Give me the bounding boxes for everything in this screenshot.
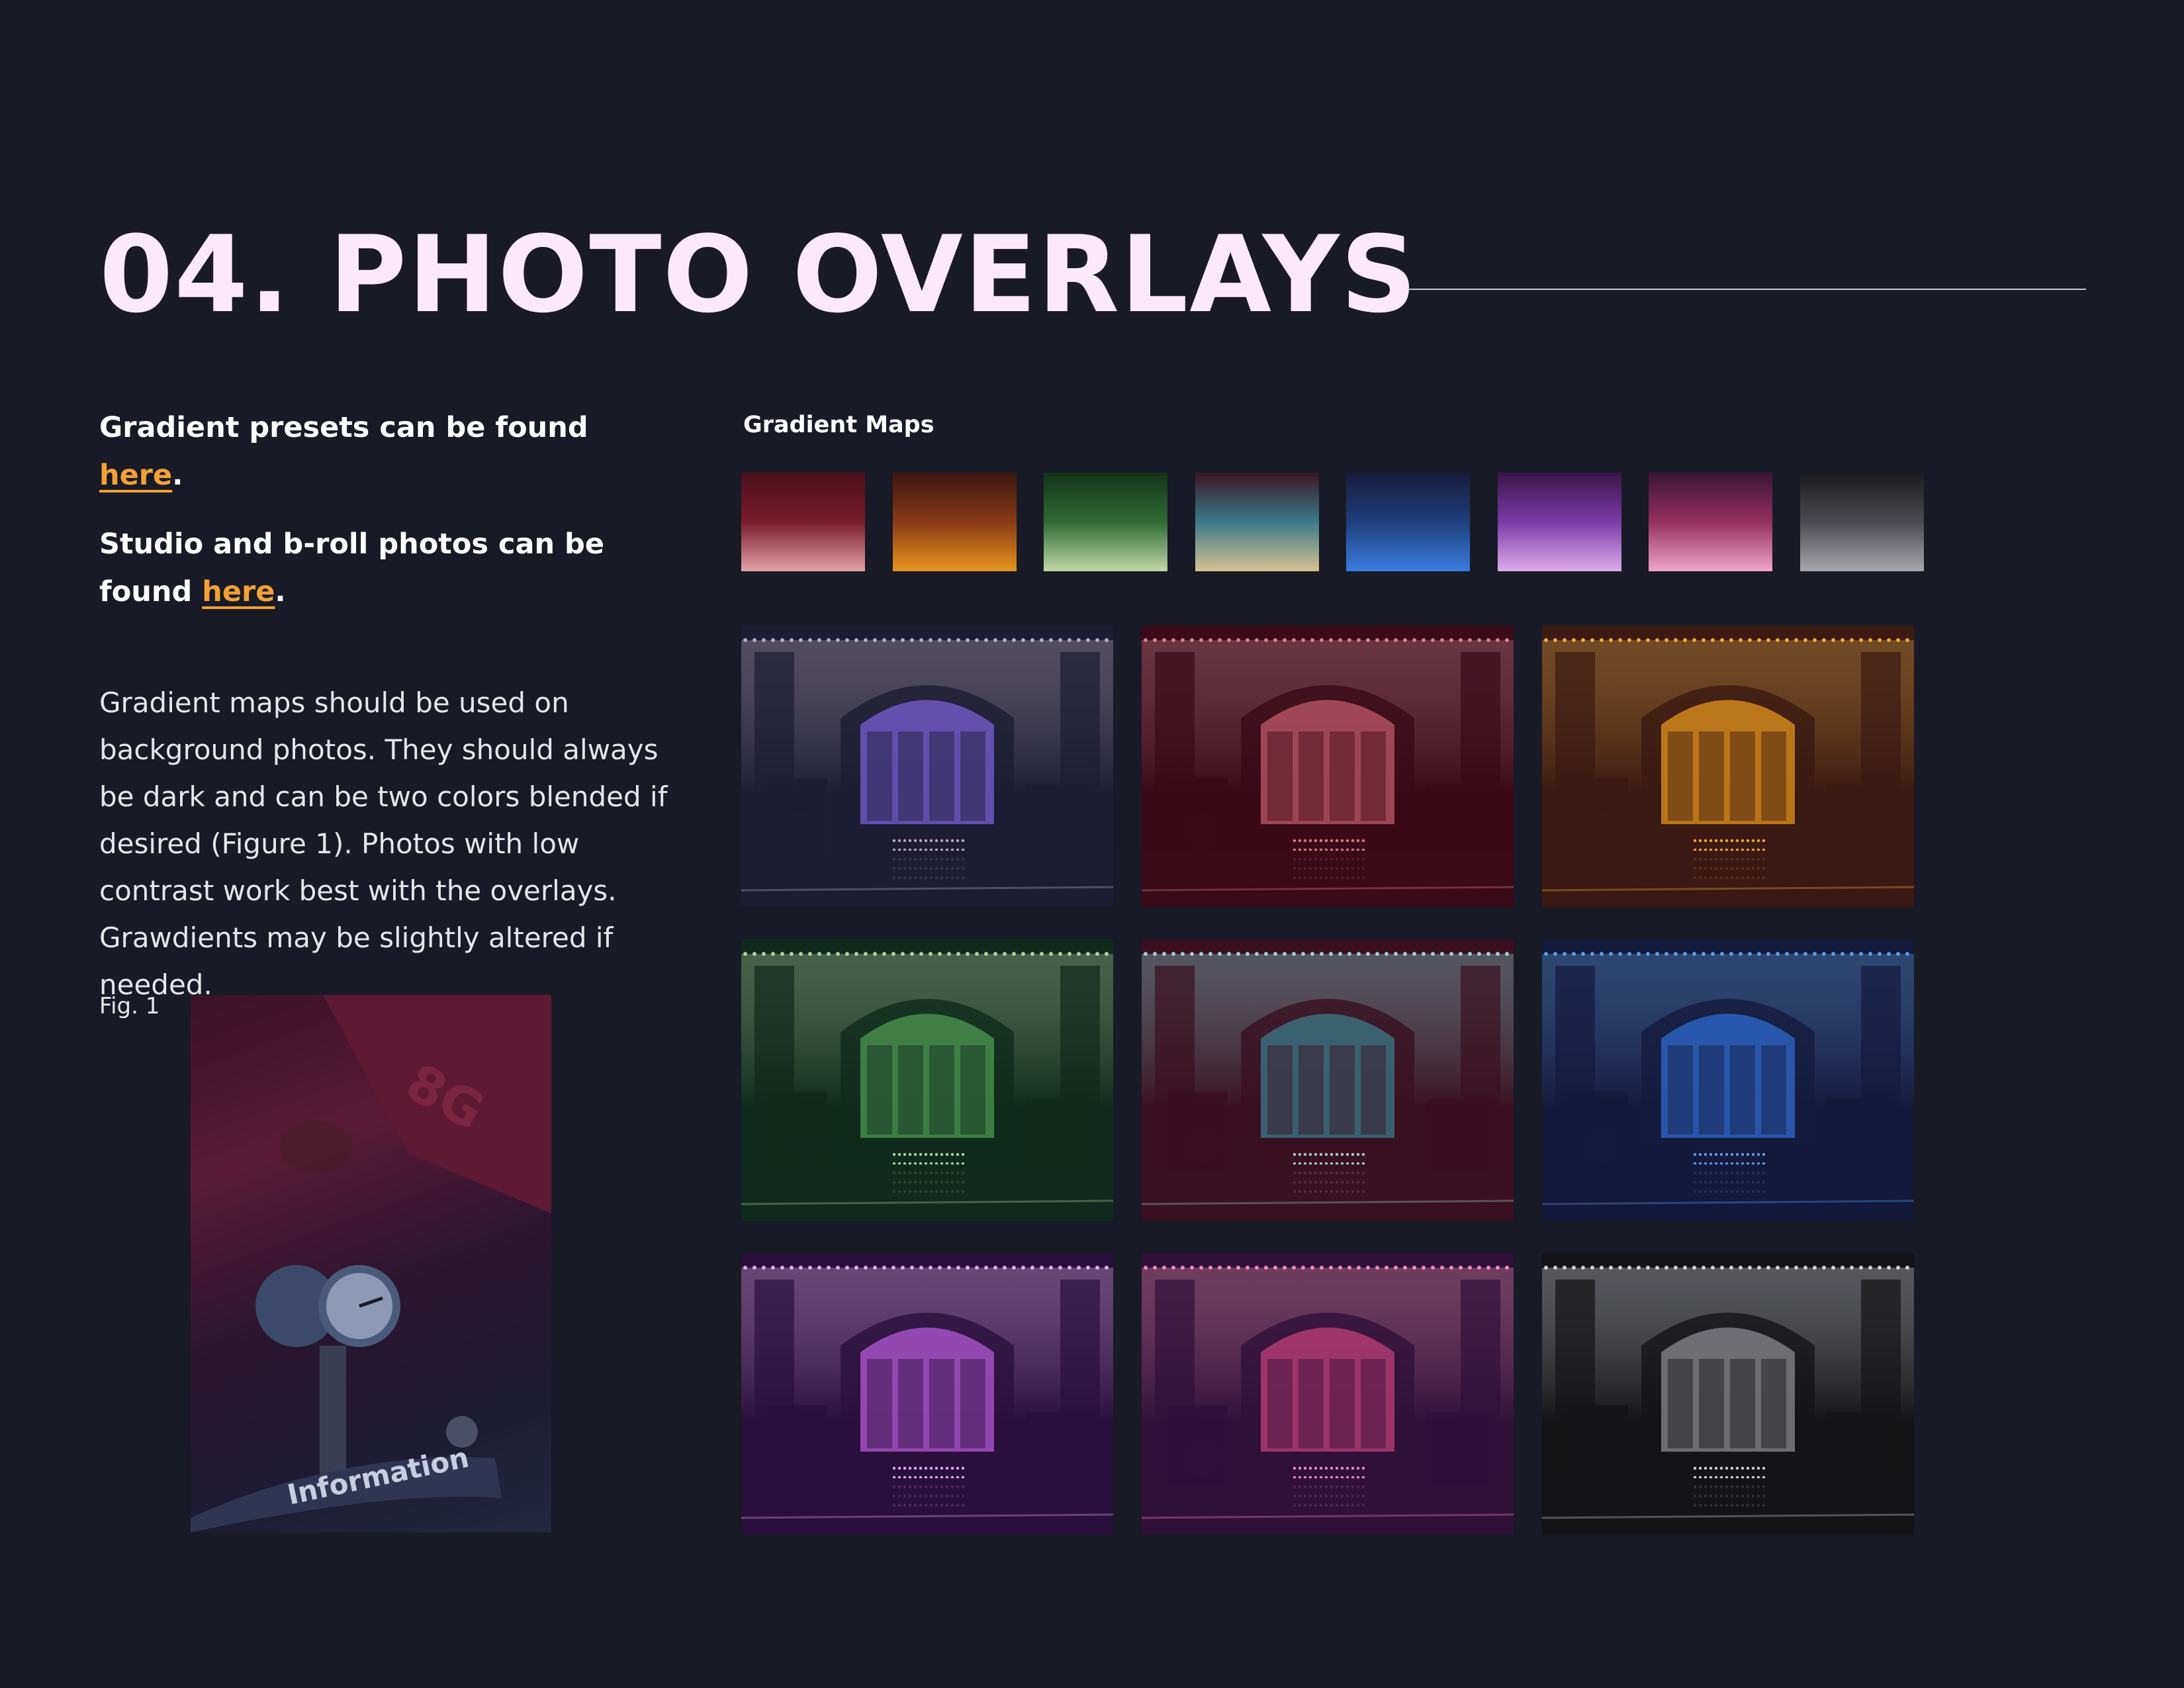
overlay-photo-magenta [1142,1253,1514,1534]
gradient-swatch-gray [1799,473,1924,571]
gradient-swatch-magenta [1649,473,1772,571]
gradient-swatch-blue [1346,473,1470,571]
bokeh-light [280,1121,353,1174]
title-divider [1408,289,2086,290]
photos-link[interactable]: here [202,575,275,608]
gradient-swatch-orange [892,473,1017,571]
presets-note: Gradient presets can be found here. [99,404,675,499]
clock-post [320,1346,346,1478]
overlay-photo-gray [1542,1253,1914,1534]
gradient-maps-label: Gradient Maps [743,412,934,438]
gradient-swatch-teal [1195,473,1319,571]
photos-note-period: . [275,575,286,608]
presets-note-text: Gradient presets can be found [99,411,588,444]
presets-link[interactable]: here [99,459,172,492]
gradient-swatch-red [741,473,865,571]
overlay-photo-red [1142,626,1514,907]
figure-1-photo: 8G Information [191,995,551,1532]
overlay-photo-blue [1542,939,1914,1221]
overlay-photo-orange [1542,626,1914,907]
photos-note-text: Studio and b-roll photos can be found [99,528,604,608]
photos-note: Studio and b-roll photos can be found he… [99,520,675,616]
gradient-swatch-green [1044,473,1167,571]
figure-caption: Fig. 1 [99,993,160,1019]
figure-1-illustration: 8G Information [191,995,551,1532]
body-paragraph: Gradient maps should be used on backgrou… [99,686,668,1001]
gradient-swatch-purple [1497,473,1621,571]
overlay-photo-purple [741,1253,1113,1534]
overlay-photo-teal [1142,939,1514,1221]
overlay-photo-green [741,939,1113,1221]
left-column: Gradient presets can be found here. Stud… [99,404,675,1008]
page-title: 04. PHOTO OVERLAYS [99,212,1418,336]
presets-note-period: . [172,459,183,492]
overlay-photo-original [741,626,1113,907]
